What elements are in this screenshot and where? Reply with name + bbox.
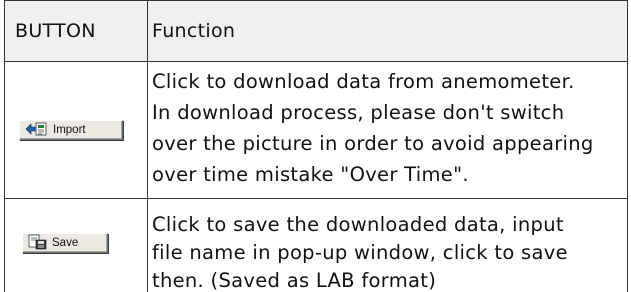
description-line: over time mistake "Over Time". [152, 163, 469, 186]
import-function-description: Click to download data from anemometer. … [152, 66, 622, 190]
save-icon [28, 234, 48, 253]
description-line: then. (Saved as LAB format) [152, 269, 437, 292]
save-button-label: Save [52, 237, 79, 249]
button-function-table: BUTTON Function Import Click to download… [4, 0, 628, 292]
table-header [5, 0, 627, 61]
header-function: Function [152, 20, 236, 42]
header-button: BUTTON [15, 20, 96, 42]
description-line: Click to download data from anemometer. [152, 70, 575, 93]
import-icon [25, 121, 49, 140]
save-function-description: Click to save the downloaded data, input… [152, 211, 622, 292]
description-line: Click to save the downloaded data, input [152, 213, 564, 236]
row-divider [5, 198, 627, 199]
table-border-top [5, 0, 627, 1]
header-divider [5, 61, 627, 62]
description-line: file name in pop-up window, click to sav… [152, 241, 568, 264]
column-divider [147, 0, 148, 292]
description-line: over the picture in order to avoid appea… [152, 132, 594, 155]
import-button-label: Import [53, 124, 86, 136]
save-button[interactable]: Save [22, 233, 108, 253]
description-line: In download process, please don't switch [152, 101, 565, 124]
import-button[interactable]: Import [19, 120, 123, 140]
